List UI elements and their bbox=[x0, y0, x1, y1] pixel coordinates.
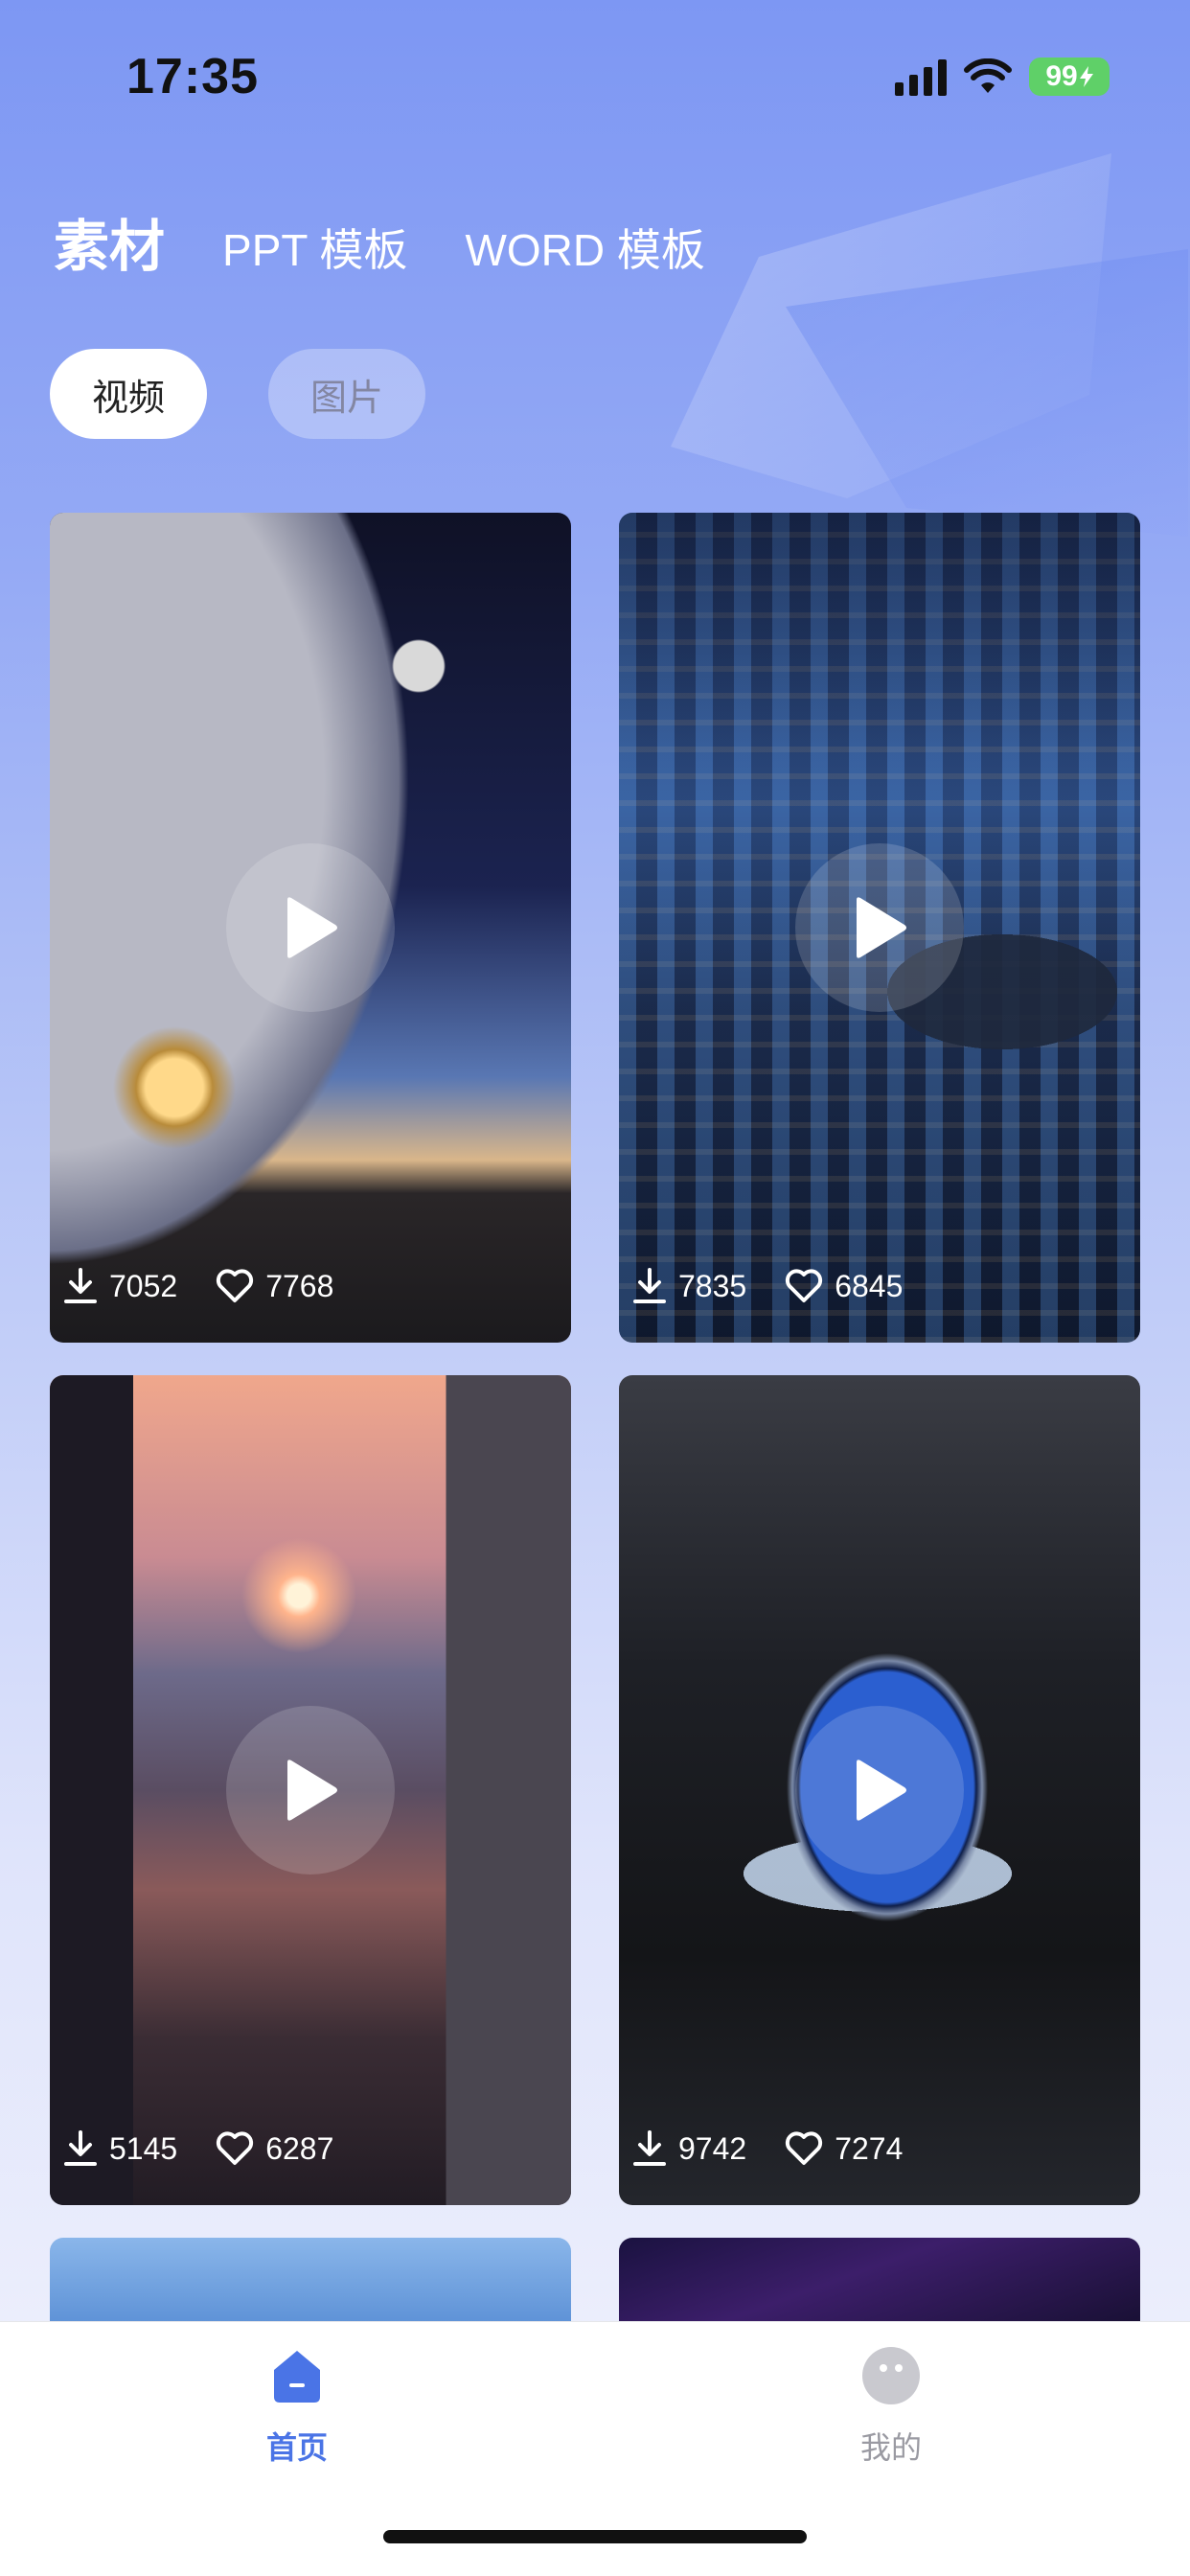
tab-ppt-templates[interactable]: PPT 模板 bbox=[222, 216, 407, 279]
play-icon bbox=[857, 1760, 906, 1821]
download-stat: 9742 bbox=[632, 2130, 746, 2167]
card-stats: 5145 6287 bbox=[63, 2130, 333, 2167]
cellular-signal-icon bbox=[895, 58, 947, 96]
video-card[interactable]: 7052 7768 bbox=[50, 513, 571, 1343]
download-count: 7052 bbox=[109, 1268, 178, 1303]
profile-face-icon bbox=[862, 2347, 920, 2404]
download-icon bbox=[64, 2130, 97, 2166]
like-count: 6845 bbox=[835, 1268, 904, 1303]
status-bar: 17:35 99 bbox=[0, 0, 1190, 153]
tab-mine-label: 我的 bbox=[859, 2430, 922, 2465]
chip-video[interactable]: 视频 bbox=[50, 349, 207, 439]
status-icons: 99 bbox=[895, 58, 1110, 96]
battery-level: 99 bbox=[1045, 60, 1078, 92]
video-card[interactable]: 5145 6287 bbox=[50, 1375, 571, 2205]
download-icon bbox=[633, 1268, 666, 1303]
download-stat: 5145 bbox=[63, 2130, 177, 2167]
download-stat: 7835 bbox=[632, 1268, 746, 1304]
tab-home[interactable]: 首页 bbox=[201, 2345, 393, 2468]
heart-icon bbox=[217, 2131, 254, 2165]
play-button[interactable] bbox=[795, 1706, 964, 1874]
category-tabs: 素材 PPT 模板 WORD 模板 bbox=[54, 201, 705, 282]
tab-mine[interactable]: 我的 bbox=[795, 2345, 987, 2468]
like-stat[interactable]: 7768 bbox=[216, 1269, 333, 1304]
download-count: 9742 bbox=[678, 2130, 747, 2166]
video-card[interactable]: 9742 7274 bbox=[619, 1375, 1140, 2205]
download-icon bbox=[64, 1268, 97, 1303]
filter-chips: 视频 图片 bbox=[50, 349, 425, 439]
status-time: 17:35 bbox=[126, 49, 259, 104]
card-stats: 7835 6845 bbox=[632, 1268, 903, 1304]
play-button[interactable] bbox=[226, 843, 395, 1012]
heart-icon bbox=[217, 1269, 254, 1302]
play-button[interactable] bbox=[795, 843, 964, 1012]
like-count: 7768 bbox=[265, 1268, 334, 1303]
home-icon bbox=[274, 2351, 320, 2403]
heart-icon bbox=[786, 1269, 823, 1302]
download-icon bbox=[633, 2130, 666, 2166]
like-count: 7274 bbox=[835, 2130, 904, 2166]
chip-image[interactable]: 图片 bbox=[268, 349, 425, 439]
card-stats: 9742 7274 bbox=[632, 2130, 903, 2167]
like-stat[interactable]: 7274 bbox=[785, 2131, 903, 2167]
background-crystal-decoration bbox=[671, 153, 1111, 498]
video-card[interactable]: 7835 6845 bbox=[619, 513, 1140, 1343]
tab-word-templates[interactable]: WORD 模板 bbox=[465, 216, 704, 279]
play-icon bbox=[857, 897, 906, 958]
tab-materials[interactable]: 素材 bbox=[54, 201, 165, 282]
play-button[interactable] bbox=[226, 1706, 395, 1874]
like-count: 6287 bbox=[265, 2130, 334, 2166]
heart-icon bbox=[786, 2131, 823, 2165]
card-stats: 7052 7768 bbox=[63, 1268, 333, 1304]
like-stat[interactable]: 6845 bbox=[785, 1269, 903, 1304]
background-crystal-decoration bbox=[786, 249, 1188, 537]
charging-bolt-icon bbox=[1079, 66, 1093, 87]
wifi-icon bbox=[964, 58, 1012, 95]
play-icon bbox=[287, 1760, 337, 1821]
download-count: 5145 bbox=[109, 2130, 178, 2166]
download-stat: 7052 bbox=[63, 1268, 177, 1304]
play-icon bbox=[287, 897, 337, 958]
battery-icon: 99 bbox=[1029, 58, 1110, 96]
like-stat[interactable]: 6287 bbox=[216, 2131, 333, 2167]
download-count: 7835 bbox=[678, 1268, 747, 1303]
home-indicator bbox=[383, 2530, 807, 2543]
tab-home-label: 首页 bbox=[265, 2430, 328, 2465]
